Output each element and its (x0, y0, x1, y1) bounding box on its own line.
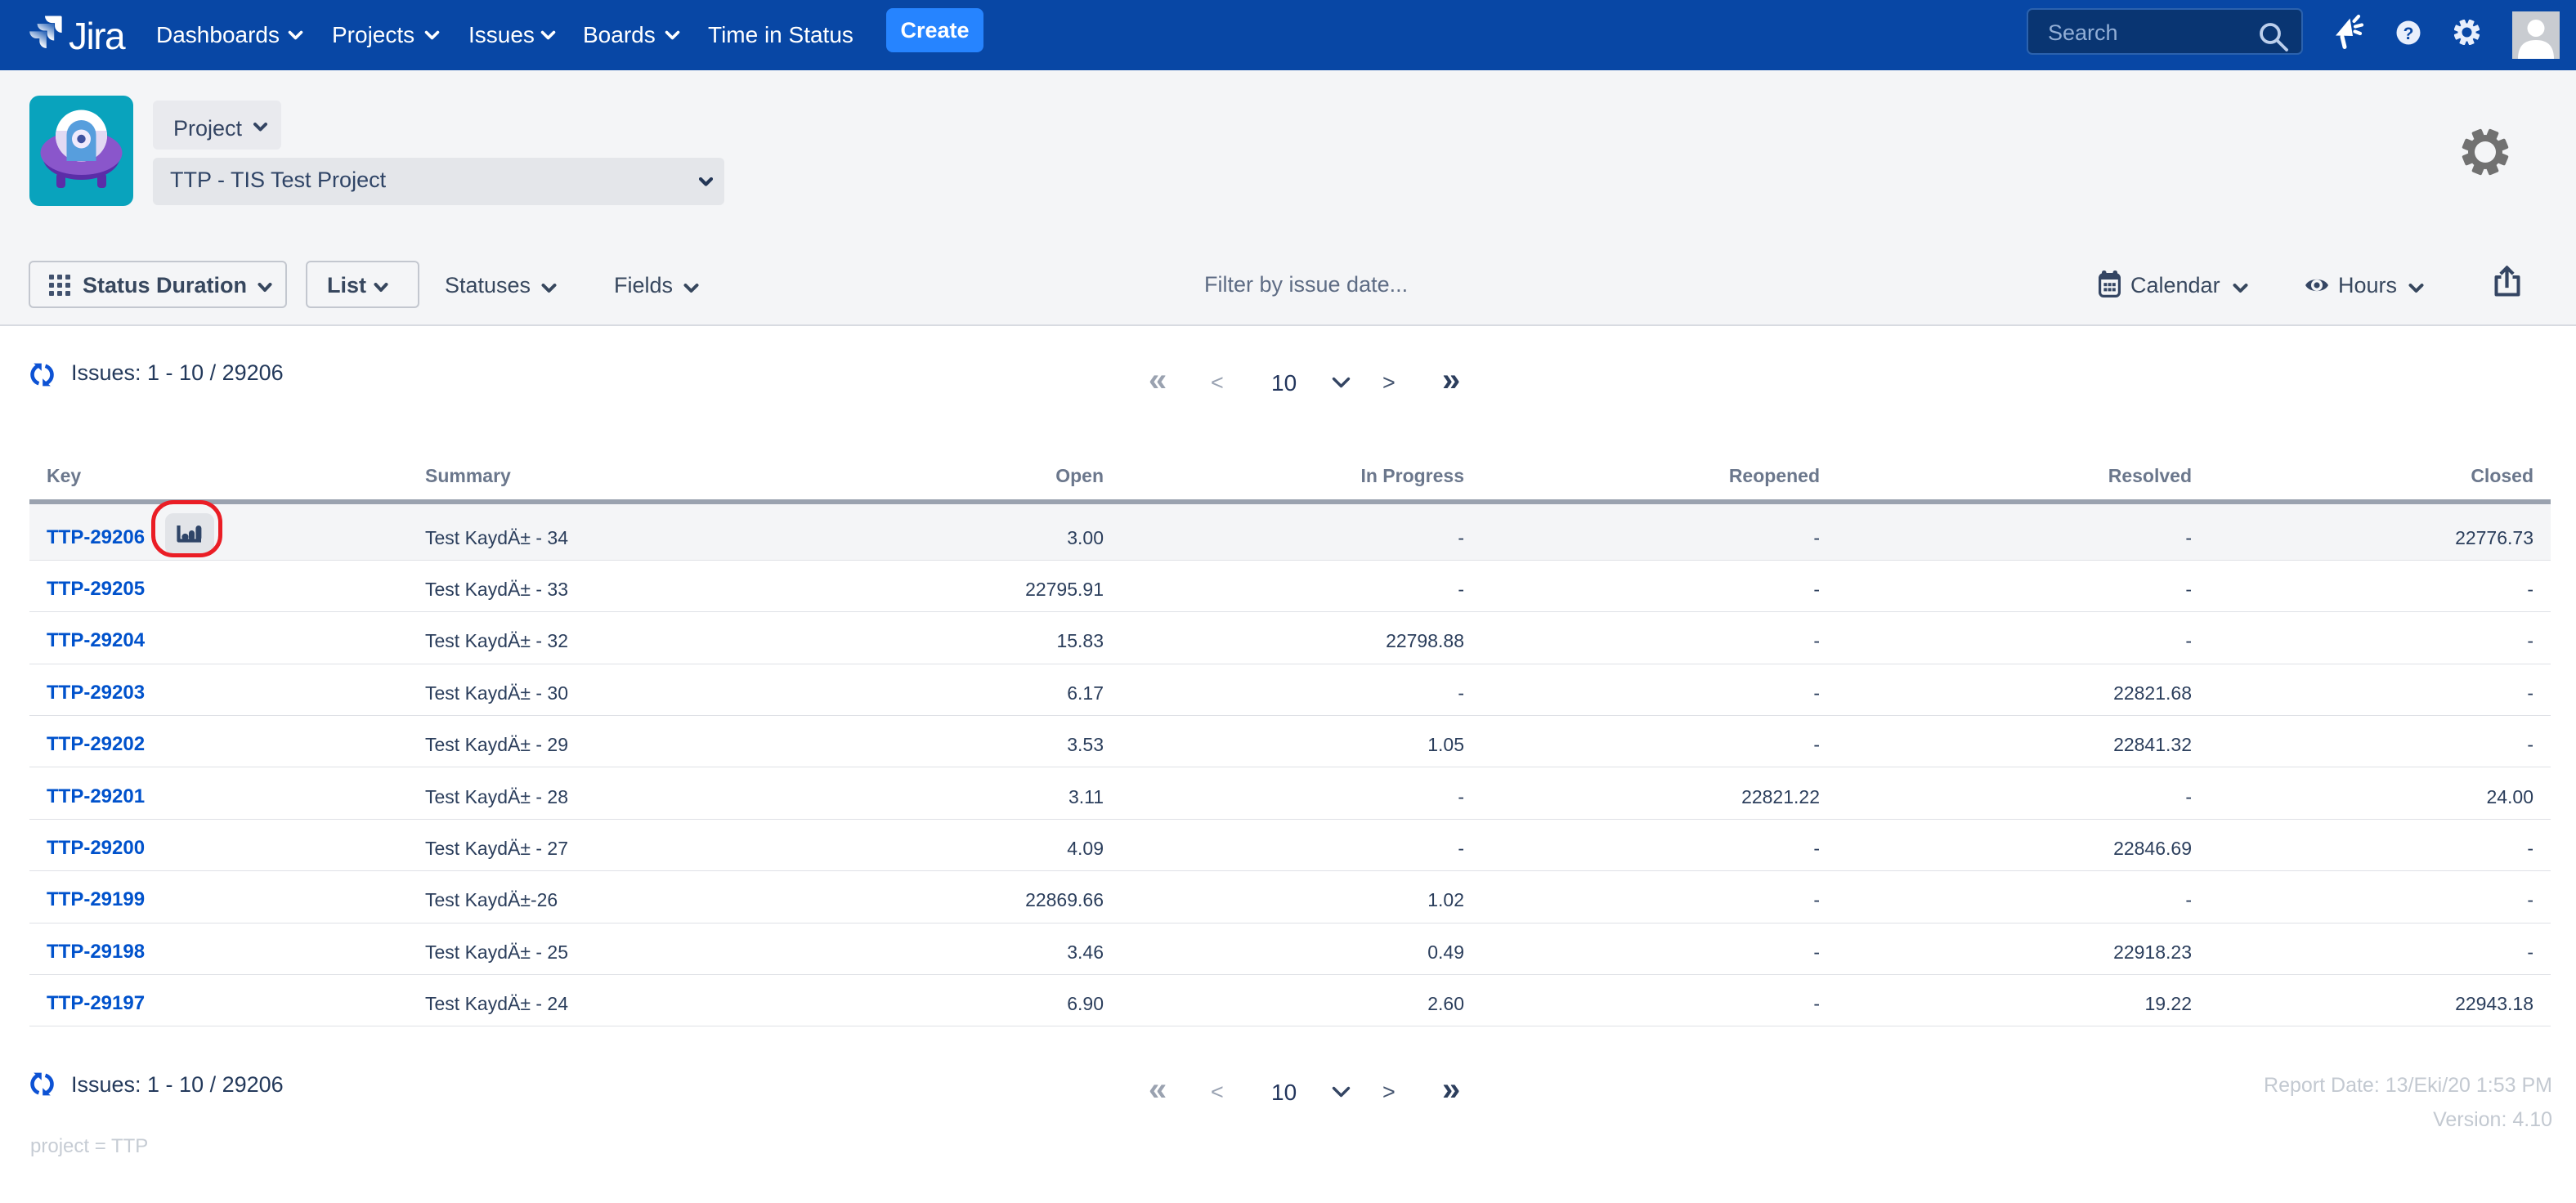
svg-text:?: ? (2404, 25, 2414, 43)
